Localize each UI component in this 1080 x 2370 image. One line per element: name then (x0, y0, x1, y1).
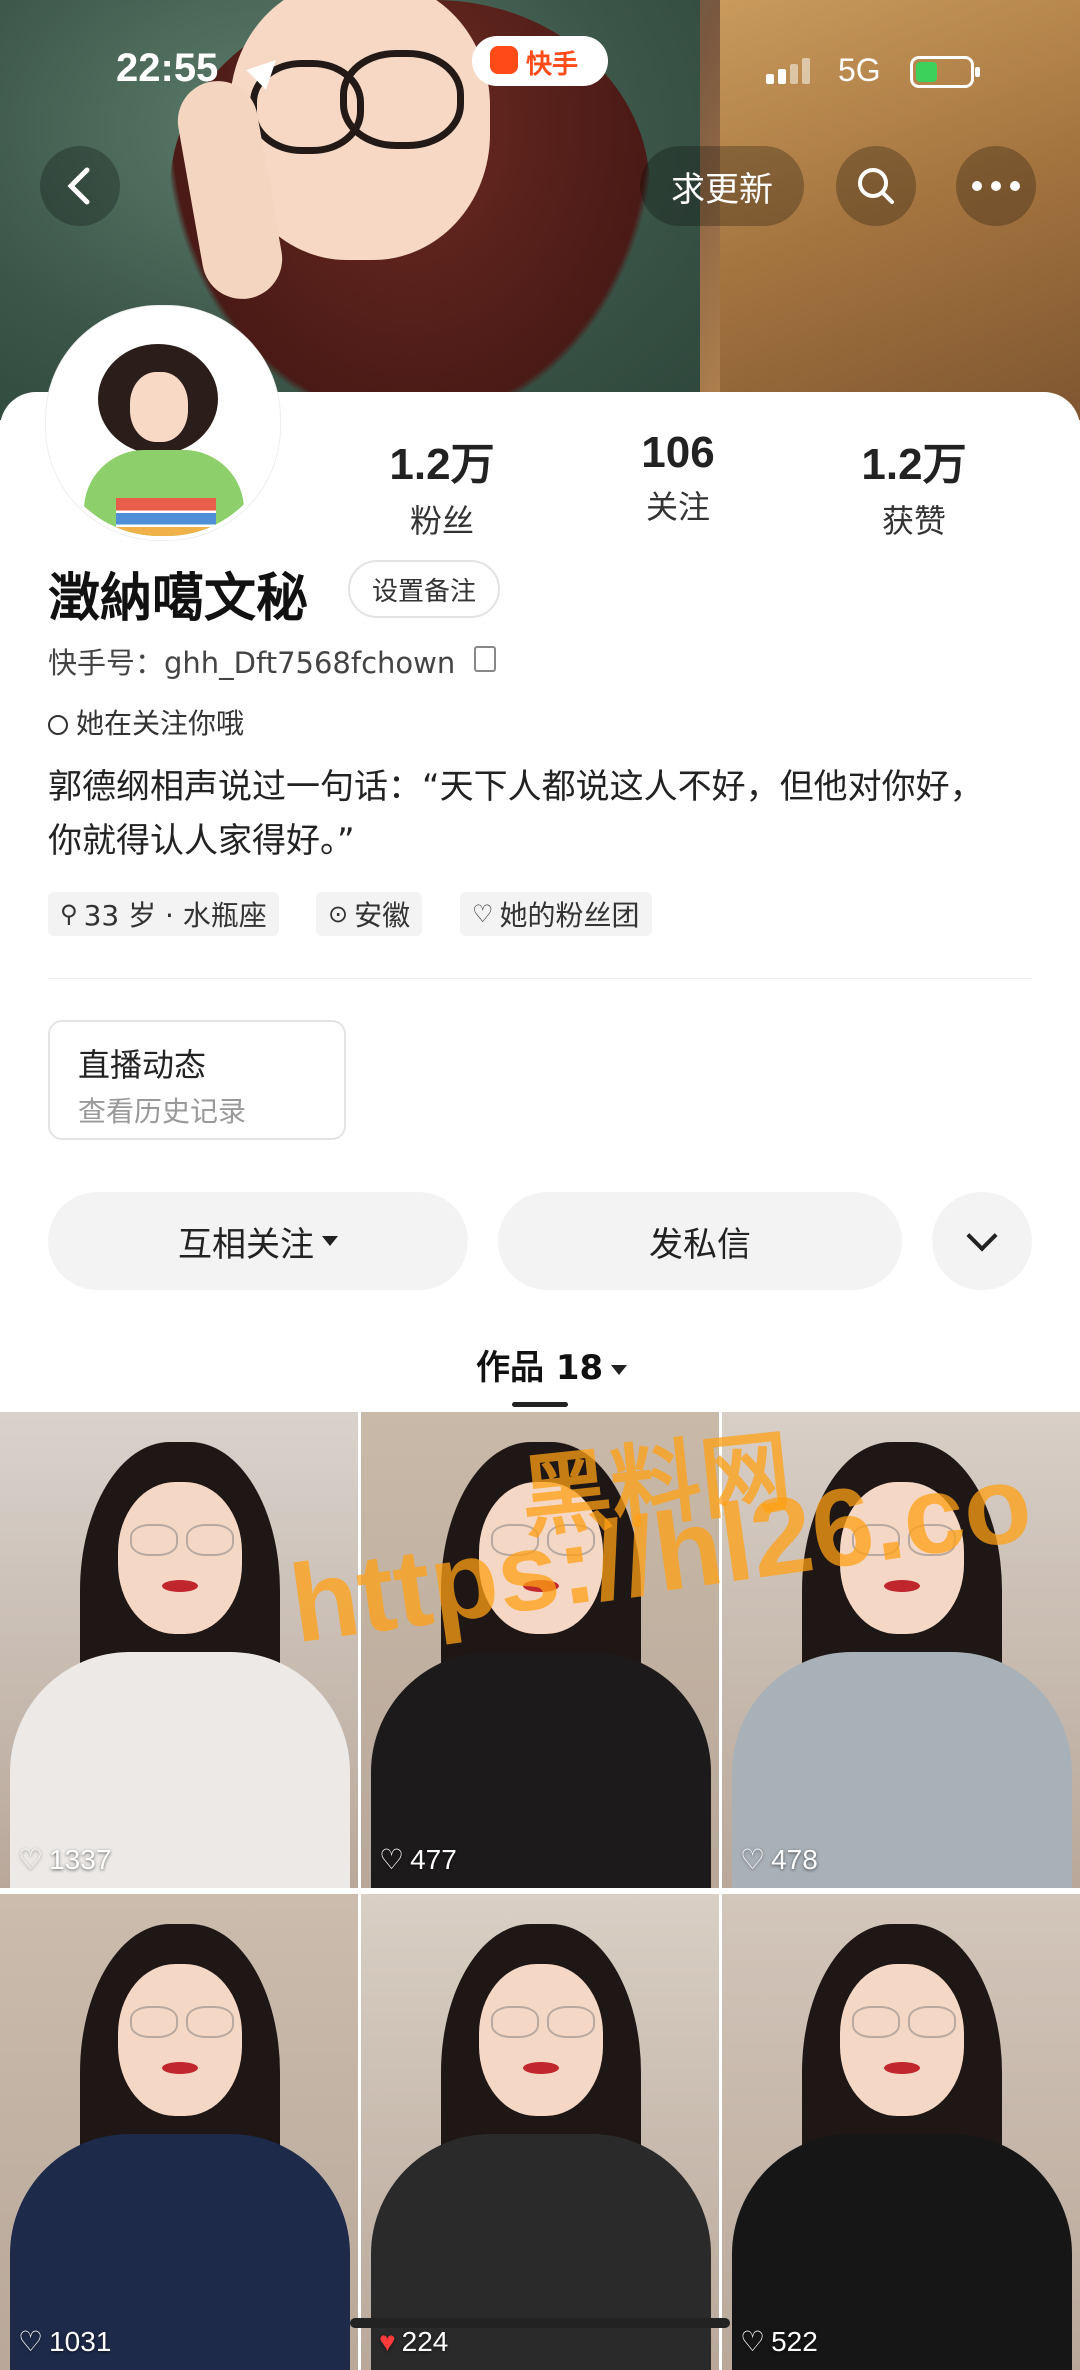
banner-glasses (340, 50, 464, 149)
profile-bio: 郭德纲相声说过一句话：“天下人都说这人不好，但他对你好，你就得认人家得好。” (48, 767, 984, 861)
app-badge-label: 快手 (526, 50, 579, 80)
fan-group-icon: ♡ (472, 900, 494, 928)
stat-likes[interactable]: 1.2万 获赞 (814, 428, 1014, 542)
like-count: ♡ 478 (740, 1843, 818, 1876)
follow-hint: 她在关注你哦 (48, 702, 244, 742)
like-count-value: 477 (410, 1843, 457, 1875)
kuaishou-id: 快手号：ghh_Dft7568fchown (48, 646, 456, 680)
like-count: ♡ 522 (740, 2325, 818, 2358)
stat-following[interactable]: 106 关注 (578, 428, 778, 528)
tag-fan-group[interactable]: ♡ 她的粉丝团 (460, 892, 652, 936)
status-time: 22:55 (116, 46, 219, 90)
heart-icon: ♡ (18, 2326, 44, 2357)
live-subtitle: 查看历史记录 (78, 1095, 247, 1128)
live-title: 直播动态 (78, 1046, 207, 1084)
tab-underline (512, 1402, 568, 1407)
battery-level (916, 62, 937, 82)
work-thumbnail[interactable]: ♡ 522 (722, 1894, 1080, 2370)
location-icon: ⊙ (328, 900, 349, 928)
works-tab-label: 作品 18 (476, 1348, 604, 1388)
search-icon: ⚲ (60, 900, 78, 928)
like-count-value: 478 (771, 1843, 818, 1875)
send-message-button[interactable]: 发私信 (498, 1192, 902, 1290)
like-count: ♡ 1031 (18, 2325, 111, 2358)
chevron-down-icon (966, 1220, 998, 1252)
stat-value: 1.2万 (861, 440, 967, 489)
request-update-button[interactable]: 求更新 (640, 146, 804, 226)
back-button[interactable] (40, 146, 120, 226)
tag-age-zodiac: ⚲ 33 岁 · 水瓶座 (48, 892, 279, 936)
tag-text: 她的粉丝团 (499, 899, 640, 932)
more-dots-icon (972, 181, 1020, 191)
heart-icon: ♡ (379, 1844, 405, 1875)
profile-name: 澂納噶文秘 (48, 569, 309, 629)
tag-text: 33 岁 · 水瓶座 (83, 899, 267, 932)
back-arrow-icon (67, 167, 90, 205)
work-thumbnail[interactable]: ♡ 1031 (0, 1894, 358, 2370)
copy-icon[interactable] (474, 646, 496, 672)
mutual-follow-label: 互相关注 (178, 1224, 314, 1265)
search-button[interactable] (836, 146, 916, 226)
like-count-value: 1337 (49, 1843, 112, 1875)
like-count-value: 224 (401, 2326, 449, 2357)
expand-recommendations-button[interactable] (932, 1192, 1032, 1290)
signal-icon (766, 58, 816, 84)
divider (48, 978, 1032, 979)
tag-location: ⊙ 安徽 (316, 892, 423, 936)
set-remark-button[interactable]: 设置备注 (348, 560, 500, 618)
search-icon (858, 168, 894, 204)
stat-label: 关注 (645, 488, 710, 526)
like-count: ♡ 1337 (18, 1843, 111, 1876)
battery-icon (910, 56, 980, 88)
heart-icon: ♥ (379, 2326, 396, 2357)
heart-icon: ♡ (740, 1844, 766, 1875)
like-count: ♡ 477 (379, 1843, 457, 1876)
home-indicator[interactable] (350, 2318, 730, 2328)
kuaishou-logo-icon (490, 46, 518, 74)
more-options-button[interactable] (956, 146, 1036, 226)
work-thumbnail[interactable]: ♥ 224 (361, 1894, 719, 2370)
stat-label: 获赞 (881, 502, 946, 540)
like-count-value: 1031 (49, 2325, 112, 2357)
tag-text: 安徽 (354, 899, 411, 932)
heart-icon: ♡ (18, 1844, 44, 1875)
network-type: 5G (838, 52, 881, 88)
like-count: ♥ 224 (379, 2326, 448, 2358)
caret-down-icon (322, 1236, 338, 1246)
tab-works[interactable]: 作品 18 (476, 1340, 628, 1389)
stat-label: 粉丝 (409, 502, 474, 540)
person-icon (48, 715, 68, 735)
stat-value: 1.2万 (389, 440, 495, 489)
avatar[interactable] (46, 306, 280, 540)
like-count-value: 522 (771, 2325, 818, 2357)
mutual-follow-button[interactable]: 互相关注 (48, 1192, 468, 1290)
stat-followers[interactable]: 1.2万 粉丝 (342, 428, 542, 542)
heart-icon: ♡ (740, 2326, 766, 2357)
follow-hint-text: 她在关注你哦 (76, 707, 245, 740)
caret-down-icon (611, 1364, 628, 1375)
stat-value: 106 (641, 428, 715, 477)
